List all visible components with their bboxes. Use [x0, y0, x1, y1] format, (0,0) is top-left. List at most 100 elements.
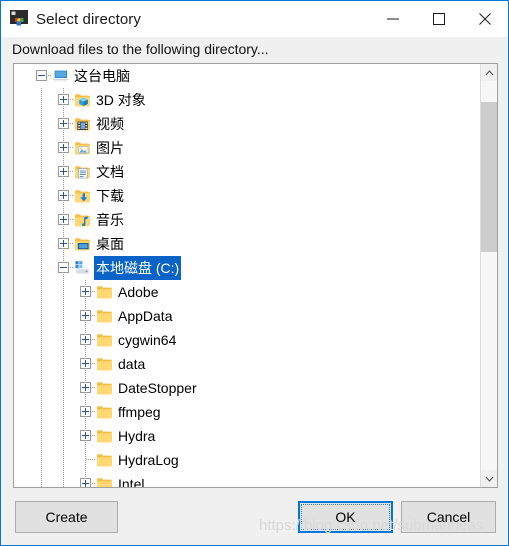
maximize-button[interactable] [416, 1, 462, 37]
app-puzzle-icon [10, 10, 28, 28]
folder-icon [96, 404, 113, 420]
directory-tree-view[interactable]: 这台电脑 3D 对象 视频 图片 文档 下载 音乐 桌面 本地磁盘 (C:) A… [13, 63, 498, 488]
tree-guide-line [41, 232, 42, 256]
tree-item-[interactable]: 音乐 [14, 208, 481, 232]
tree-guide-line [41, 88, 42, 112]
folder-downloads-icon [74, 188, 91, 204]
tree-item-label: Intel [118, 476, 145, 487]
tree-item-[interactable]: 文档 [14, 160, 481, 184]
folder-icon [96, 308, 113, 324]
tree-guide-line [63, 328, 64, 352]
tree-guide-line [63, 424, 64, 448]
chevron-up-icon [485, 69, 493, 75]
minimize-icon [387, 18, 399, 20]
tree-item-hydralog[interactable]: HydraLog [14, 448, 481, 472]
tree-guide-line [41, 184, 42, 208]
expand-icon[interactable] [58, 166, 69, 177]
tree-guide-line [41, 424, 42, 448]
close-button[interactable] [462, 1, 508, 37]
tree-row-container: 这台电脑 3D 对象 视频 图片 文档 下载 音乐 桌面 本地磁盘 (C:) A… [14, 64, 481, 487]
scroll-down-button[interactable] [481, 470, 497, 487]
ok-button-label: OK [335, 509, 356, 525]
folder-videos-icon [74, 116, 91, 132]
collapse-icon[interactable] [36, 70, 47, 81]
expand-icon[interactable] [58, 190, 69, 201]
expand-icon[interactable] [58, 214, 69, 225]
tree-guide-line [63, 400, 64, 424]
tree-item-ffmpeg[interactable]: ffmpeg [14, 400, 481, 424]
expand-icon[interactable] [58, 142, 69, 153]
expand-icon[interactable] [80, 406, 91, 417]
folder-icon [96, 332, 113, 348]
tree-item-data[interactable]: data [14, 352, 481, 376]
folder-icon [96, 356, 113, 372]
minimize-button[interactable] [370, 1, 416, 37]
this-pc-icon [52, 68, 69, 84]
tree-item-label: Hydra [118, 428, 156, 444]
expand-icon[interactable] [58, 118, 69, 129]
tree-item-label: 这台电脑 [74, 68, 130, 84]
expand-icon[interactable] [80, 358, 91, 369]
tree-item-datestopper[interactable]: DateStopper [14, 376, 481, 400]
tree-item-[interactable]: 这台电脑 [14, 64, 481, 88]
local-disk-icon [74, 260, 91, 276]
scroll-up-button[interactable] [481, 64, 497, 81]
scrollbar-thumb[interactable] [481, 102, 497, 252]
collapse-icon[interactable] [58, 262, 69, 273]
tree-item-label: 桌面 [96, 236, 124, 252]
tree-item-label: cygwin64 [118, 332, 177, 348]
tree-guide-line [41, 208, 42, 232]
tree-item-appdata[interactable]: AppData [14, 304, 481, 328]
select-directory-dialog: Select directory Download files to the f… [0, 0, 509, 546]
tree-item-label: 3D 对象 [96, 92, 146, 108]
tree-guide-line [86, 459, 95, 460]
tree-guide-line [85, 448, 86, 472]
tree-guide-line [41, 328, 42, 352]
vertical-scrollbar[interactable] [480, 64, 497, 487]
tree-item-[interactable]: 桌面 [14, 232, 481, 256]
folder-music-icon [74, 212, 91, 228]
tree-guide-line [41, 376, 42, 400]
tree-item-[interactable]: 图片 [14, 136, 481, 160]
tree-item-c[interactable]: 本地磁盘 (C:) [14, 256, 481, 280]
tree-item-hydra[interactable]: Hydra [14, 424, 481, 448]
expand-icon[interactable] [80, 478, 91, 487]
create-button[interactable]: Create [15, 501, 118, 533]
tree-guide-line [41, 448, 42, 472]
tree-guide-line [41, 472, 42, 487]
tree-item-[interactable]: 下载 [14, 184, 481, 208]
expand-icon[interactable] [80, 286, 91, 297]
tree-item-intel[interactable]: Intel [14, 472, 481, 487]
tree-guide-line [63, 376, 64, 400]
expand-icon[interactable] [58, 94, 69, 105]
title-bar: Select directory [1, 1, 508, 37]
tree-guide-line [41, 352, 42, 376]
tree-item-cygwin64[interactable]: cygwin64 [14, 328, 481, 352]
tree-guide-line [41, 256, 42, 280]
folder-desktop-icon [74, 236, 91, 252]
tree-guide-line [63, 352, 64, 376]
tree-item-label: DateStopper [118, 380, 197, 396]
folder-icon [96, 452, 113, 468]
ok-button[interactable]: OK [298, 501, 393, 533]
tree-item-3d[interactable]: 3D 对象 [14, 88, 481, 112]
tree-guide-line [41, 280, 42, 304]
tree-item-label: HydraLog [118, 452, 179, 468]
tree-guide-line [63, 304, 64, 328]
tree-item-label: 图片 [96, 140, 124, 156]
folder-3d-objects-icon [74, 92, 91, 108]
expand-icon[interactable] [80, 334, 91, 345]
tree-item-[interactable]: 视频 [14, 112, 481, 136]
tree-item-label: 本地磁盘 (C:) [94, 256, 182, 280]
tree-guide-line [41, 160, 42, 184]
expand-icon[interactable] [80, 382, 91, 393]
tree-item-adobe[interactable]: Adobe [14, 280, 481, 304]
expand-icon[interactable] [80, 310, 91, 321]
expand-icon[interactable] [58, 238, 69, 249]
folder-icon [96, 476, 113, 487]
folder-icon [96, 380, 113, 396]
tree-guide-line [63, 472, 64, 487]
cancel-button[interactable]: Cancel [401, 501, 496, 533]
tree-item-label: 文档 [96, 164, 124, 180]
expand-icon[interactable] [80, 430, 91, 441]
